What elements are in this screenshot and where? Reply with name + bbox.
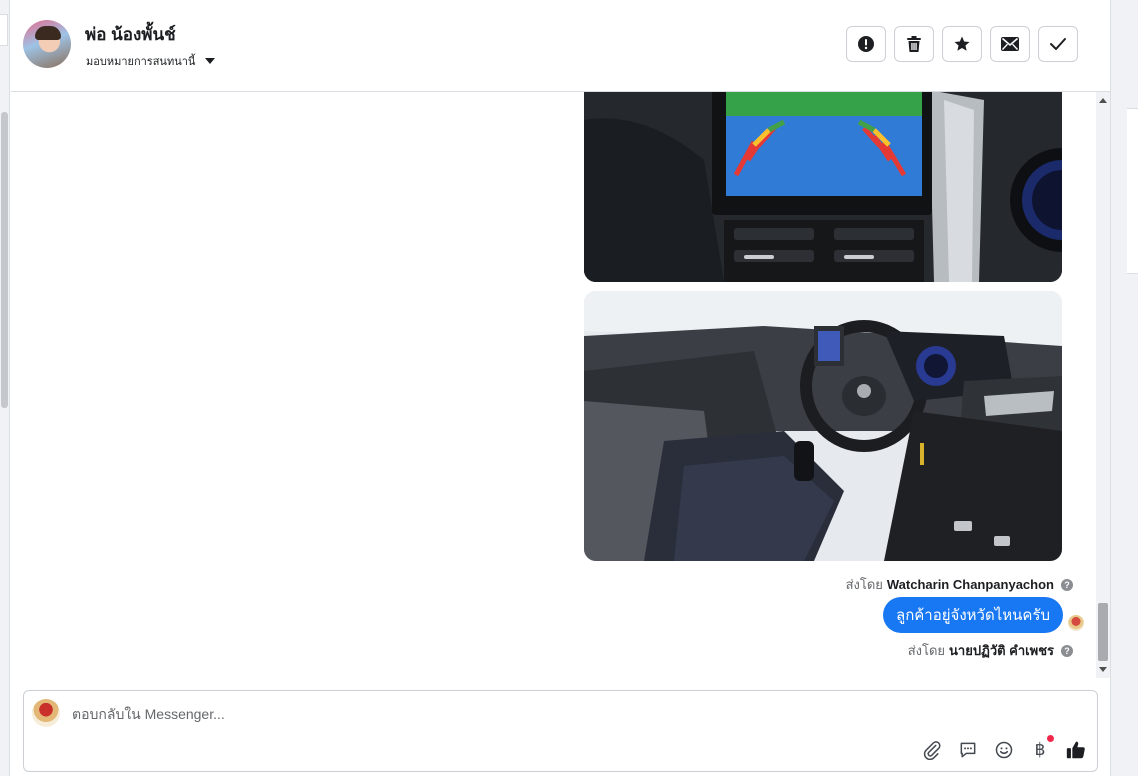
- scrollbar-thumb[interactable]: [1098, 603, 1108, 661]
- emoji-button[interactable]: [993, 739, 1015, 761]
- composer-tools: ฿: [921, 735, 1087, 761]
- conversation-header: พ่อ น้องพั้นช์ มอบหมายการสนทนานี้: [11, 0, 1110, 92]
- payment-button[interactable]: ฿: [1029, 735, 1054, 761]
- caret-down-icon: [205, 58, 216, 64]
- conversation-panel: พ่อ น้องพั้นช์ มอบหมายการสนทนานี้ ส่งโดย…: [11, 0, 1110, 776]
- paperclip-icon: [923, 741, 941, 760]
- mark-unread-button[interactable]: [990, 26, 1030, 62]
- left-panel-tab[interactable]: [0, 14, 8, 46]
- star-button[interactable]: [942, 26, 982, 62]
- spam-icon: [858, 36, 874, 52]
- conversation-actions: [846, 26, 1078, 62]
- assign-conversation-dropdown[interactable]: มอบหมายการสนทนานี้: [86, 52, 216, 70]
- thread-scrollbar[interactable]: [1096, 92, 1110, 678]
- left-scrollbar-thumb[interactable]: [1, 112, 8, 408]
- trash-icon: [907, 36, 921, 52]
- help-question-icon[interactable]: ?: [1061, 644, 1073, 657]
- sent-by-line-1: ส่งโดย Watcharin Chanpanyachon ?: [846, 574, 1073, 595]
- contact-name[interactable]: พ่อ น้องพั้นช์: [85, 21, 176, 48]
- sent-by-name: นายปฏิวัติ คำเพชร: [949, 643, 1054, 658]
- send-like-button[interactable]: [1065, 739, 1087, 761]
- mark-spam-button[interactable]: [846, 26, 886, 62]
- sent-by-prefix: ส่งโดย: [907, 643, 946, 658]
- reply-input[interactable]: [72, 703, 772, 725]
- sent-by-name: Watcharin Chanpanyachon: [886, 577, 1054, 592]
- reply-composer: ฿: [23, 690, 1098, 772]
- saved-replies-icon: [960, 742, 976, 758]
- baht-payment-icon: ฿: [1034, 740, 1046, 760]
- scroll-down-arrow-icon[interactable]: [1099, 667, 1107, 672]
- outgoing-message-bubble[interactable]: ลูกค้าอยู่จังหวัดไหนครับ: [883, 597, 1063, 633]
- attach-file-button[interactable]: [921, 739, 943, 761]
- done-check-icon: [1050, 38, 1066, 50]
- notification-dot: [1047, 735, 1054, 742]
- car-interior-steering-photo[interactable]: [584, 291, 1062, 561]
- saved-replies-button[interactable]: [957, 739, 979, 761]
- right-panel-segment: [1127, 108, 1138, 274]
- seen-avatar: [1068, 615, 1084, 631]
- delete-button[interactable]: [894, 26, 934, 62]
- scroll-up-arrow-icon[interactable]: [1099, 98, 1107, 103]
- assign-conversation-label: มอบหมายการสนทนานี้: [86, 56, 196, 68]
- dashboard-rear-camera-image: [584, 92, 1062, 282]
- contact-avatar[interactable]: [23, 20, 71, 68]
- sent-by-prefix: ส่งโดย: [845, 577, 883, 592]
- left-side-strip: [0, 0, 10, 776]
- right-side-strip: [1110, 0, 1138, 776]
- car-interior-image: [584, 291, 1062, 561]
- emoji-icon: [995, 741, 1013, 759]
- message-thread: ส่งโดย Watcharin Chanpanyachon ? ลูกค้าอ…: [11, 92, 1096, 678]
- sent-by-line-2: ส่งโดย นายปฏิวัติ คำเพชร ?: [908, 640, 1073, 661]
- mark-unread-icon: [1001, 37, 1019, 51]
- dashboard-rear-camera-photo[interactable]: [584, 92, 1062, 282]
- star-icon: [954, 36, 970, 51]
- mark-done-button[interactable]: [1038, 26, 1078, 62]
- help-question-icon[interactable]: ?: [1061, 578, 1073, 591]
- page-avatar: [32, 699, 60, 727]
- thumbs-up-icon: [1066, 741, 1085, 759]
